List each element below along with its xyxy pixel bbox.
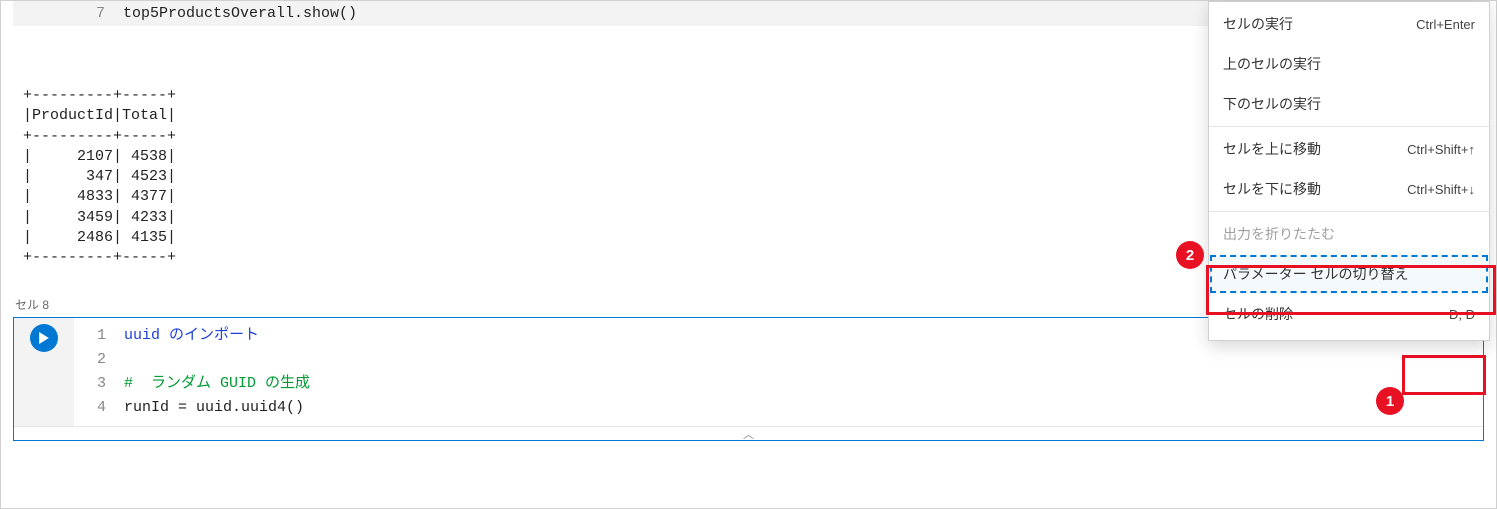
line-number: 1: [74, 324, 106, 348]
menu-item-label: セルを上に移動: [1223, 139, 1321, 159]
cell7-gutter: [13, 5, 73, 22]
cell-collapse-handle[interactable]: ︿: [14, 426, 1483, 440]
code-line[interactable]: # ランダム GUID の生成: [124, 372, 1483, 396]
code-line[interactable]: [124, 348, 1483, 372]
menu-item-label: セルの削除: [1223, 304, 1293, 324]
menu-item-label: セルの実行: [1223, 14, 1293, 34]
menu-item: 出力を折りたたむ: [1209, 214, 1489, 254]
menu-item-label: 下のセルの実行: [1223, 94, 1321, 114]
cell7-code[interactable]: top5ProductsOverall.show(): [123, 5, 357, 22]
menu-item-shortcut: D, D: [1449, 307, 1475, 322]
line-number: 4: [74, 396, 106, 420]
menu-item[interactable]: セルを下に移動 Ctrl+Shift+↓: [1209, 169, 1489, 209]
line-number: 3: [74, 372, 106, 396]
code-line[interactable]: runId = uuid.uuid4(): [124, 396, 1483, 420]
callout-badge-1: 1: [1376, 387, 1404, 415]
cell-context-menu: セルの実行 Ctrl+Enter 上のセルの実行下のセルの実行セルを上に移動 Ctrl…: [1208, 1, 1490, 341]
cell7-lineno: 7: [73, 5, 123, 22]
run-cell-button[interactable]: [30, 324, 58, 352]
menu-item[interactable]: セルの実行 Ctrl+Enter: [1209, 4, 1489, 44]
menu-item-shortcut: Ctrl+Shift+↓: [1407, 182, 1475, 197]
menu-item[interactable]: パラメーター セルの切り替え: [1209, 254, 1489, 294]
menu-item[interactable]: セルを上に移動 Ctrl+Shift+↑: [1209, 129, 1489, 169]
menu-item[interactable]: 上のセルの実行: [1209, 44, 1489, 84]
menu-item-label: 出力を折りたたむ: [1223, 224, 1335, 244]
cell8-run-column: [14, 318, 74, 426]
menu-separator: [1209, 211, 1489, 212]
menu-item[interactable]: セルの削除 D, D: [1209, 294, 1489, 334]
menu-item-label: パラメーター セルの切り替え: [1223, 264, 1408, 284]
menu-item-shortcut: Ctrl+Enter: [1416, 17, 1475, 32]
menu-item-label: セルを下に移動: [1223, 179, 1321, 199]
menu-item-shortcut: Ctrl+Shift+↑: [1407, 142, 1475, 157]
callout-badge-2: 2: [1176, 241, 1204, 269]
menu-item-label: 上のセルの実行: [1223, 54, 1321, 74]
line-number: 2: [74, 348, 106, 372]
play-icon: [38, 332, 50, 344]
menu-item[interactable]: 下のセルの実行: [1209, 84, 1489, 124]
cell8-linenumbers: 1234: [74, 318, 124, 426]
menu-separator: [1209, 126, 1489, 127]
